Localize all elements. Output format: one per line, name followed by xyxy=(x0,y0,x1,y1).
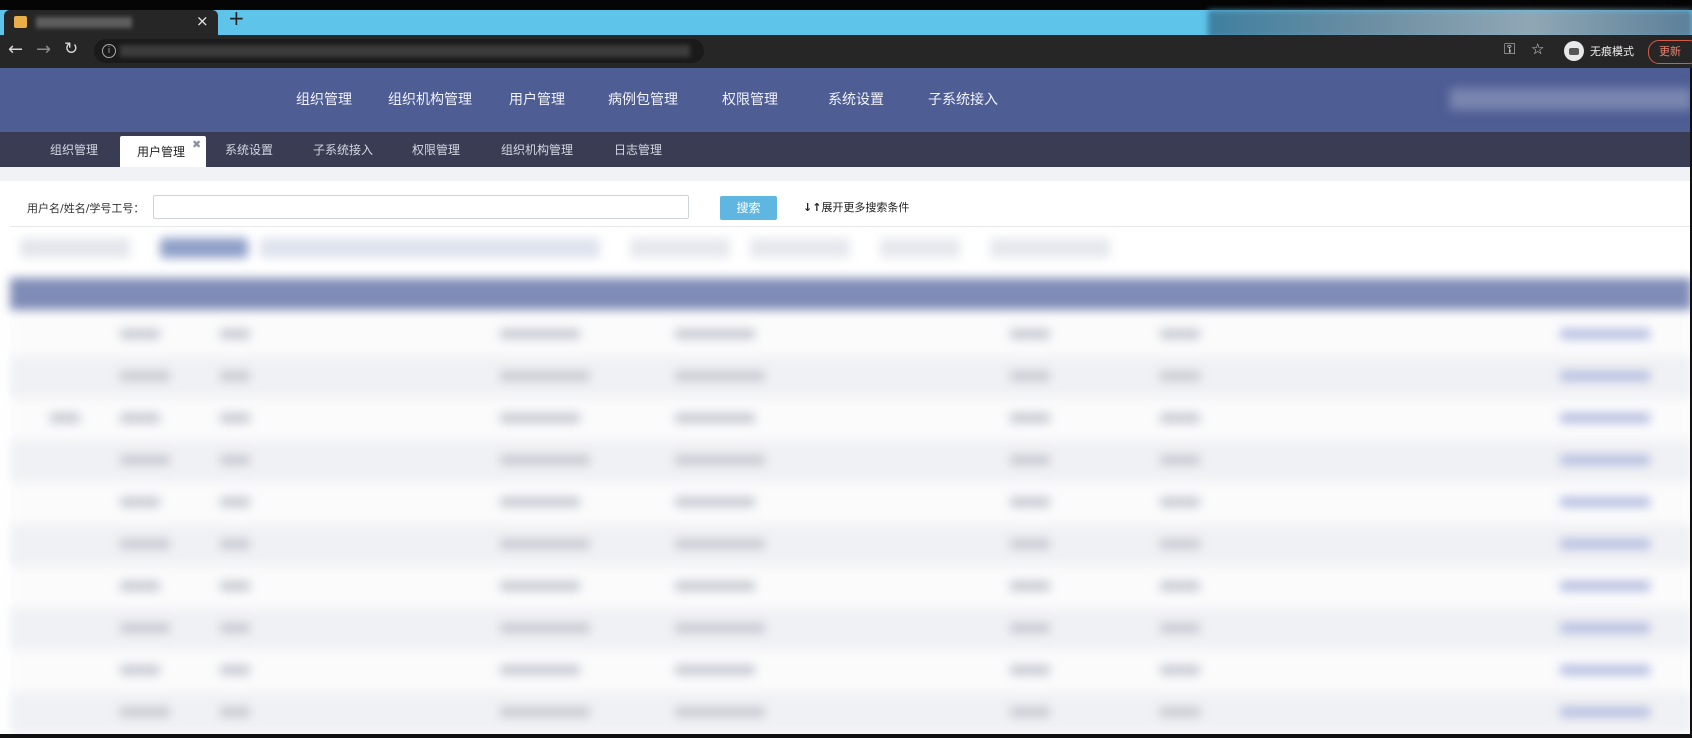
url-redacted xyxy=(120,45,690,57)
incognito-indicator[interactable]: 无痕模式 xyxy=(1564,40,1634,62)
tab-user-management[interactable]: 用户管理 ✖ xyxy=(120,136,206,167)
app-header: 组织管理 组织机构管理 用户管理 病例包管理 权限管理 系统设置 子系统接入 xyxy=(0,68,1692,132)
browser-tab-active[interactable]: × xyxy=(4,10,218,35)
nav-org-structure[interactable]: 组织机构管理 xyxy=(388,68,472,132)
tab-close-icon[interactable]: ✖ xyxy=(192,129,201,161)
window-edge-bottom xyxy=(0,734,1692,738)
search-button[interactable]: 搜索 xyxy=(720,196,777,220)
tab-system-settings[interactable]: 系统设置 xyxy=(225,132,273,167)
nav-user-management[interactable]: 用户管理 xyxy=(509,68,565,132)
star-icon[interactable]: ☆ xyxy=(1531,40,1544,58)
back-arrow-icon[interactable]: ← xyxy=(8,39,23,60)
incognito-label: 无痕模式 xyxy=(1590,45,1634,58)
user-info-redacted xyxy=(1450,88,1692,110)
search-input[interactable] xyxy=(153,195,689,219)
nav-case-package[interactable]: 病例包管理 xyxy=(608,68,678,132)
browser-toolbar: ← → ↻ i ⚿ ☆ 无痕模式 更新 xyxy=(0,35,1692,68)
search-label: 用户名/姓名/学号工号： xyxy=(27,202,145,215)
favicon-icon xyxy=(14,16,27,28)
key-icon[interactable]: ⚿ xyxy=(1504,40,1515,58)
tabstrip-redacted-area xyxy=(1208,10,1692,38)
page-tabs: 组织管理 用户管理 ✖ 系统设置 子系统接入 权限管理 组织机构管理 日志管理 xyxy=(0,132,1692,167)
forward-arrow-icon[interactable]: → xyxy=(36,39,51,60)
address-bar[interactable]: i xyxy=(94,39,704,63)
window-top-bar xyxy=(0,0,1692,10)
reload-icon[interactable]: ↻ xyxy=(64,39,78,59)
new-tab-button[interactable]: + xyxy=(228,8,245,28)
info-icon[interactable]: i xyxy=(102,44,116,58)
nav-subsystem[interactable]: 子系统接入 xyxy=(928,68,998,132)
nav-system-settings[interactable]: 系统设置 xyxy=(828,68,884,132)
browser-tab-title-redacted xyxy=(36,17,132,28)
expand-search-label: 展开更多搜索条件 xyxy=(821,201,910,214)
tab-label: 用户管理 xyxy=(137,145,186,159)
user-table-redacted xyxy=(10,234,1692,734)
tab-close-icon[interactable]: × xyxy=(196,12,209,30)
nav-permission[interactable]: 权限管理 xyxy=(722,68,778,132)
tab-org-structure[interactable]: 组织机构管理 xyxy=(501,132,573,167)
sort-arrows-icon: ↓↑ xyxy=(803,201,822,214)
divider xyxy=(10,226,1692,227)
incognito-icon xyxy=(1564,41,1584,61)
update-button[interactable]: 更新 xyxy=(1648,40,1692,64)
tab-subsystem[interactable]: 子系统接入 xyxy=(313,132,373,167)
tab-log-management[interactable]: 日志管理 xyxy=(614,132,662,167)
tab-permission[interactable]: 权限管理 xyxy=(412,132,460,167)
tab-org-management[interactable]: 组织管理 xyxy=(50,132,98,167)
nav-org-management[interactable]: 组织管理 xyxy=(296,68,352,132)
content-top-strip xyxy=(0,167,1692,181)
expand-search-link[interactable]: ↓↑展开更多搜索条件 xyxy=(803,199,909,215)
